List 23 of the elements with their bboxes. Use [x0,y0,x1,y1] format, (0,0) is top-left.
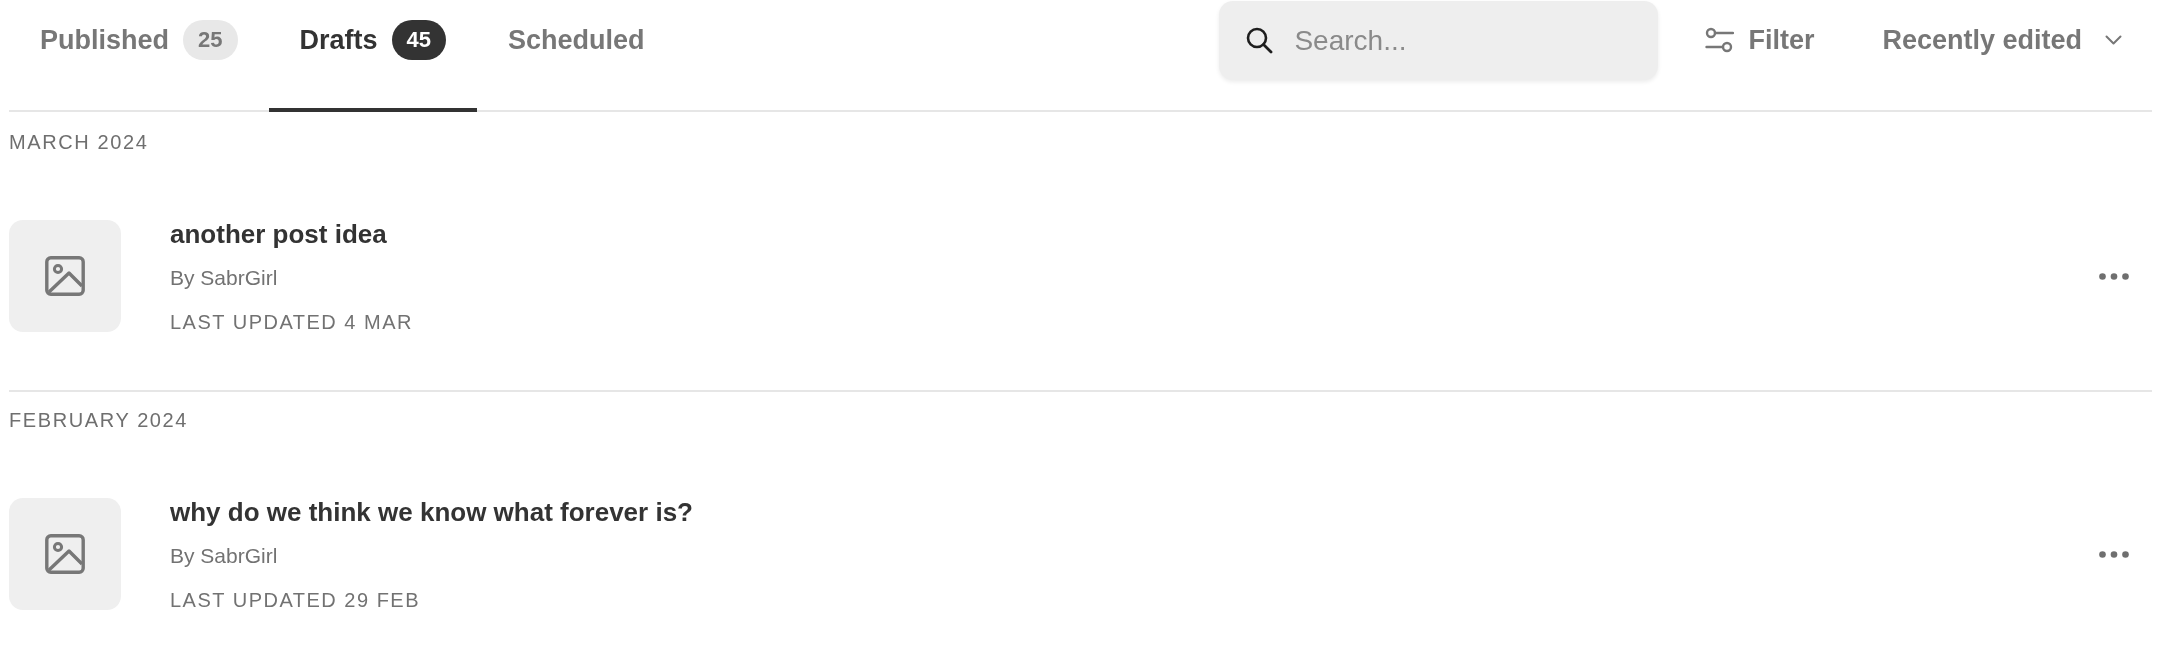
image-icon [45,534,85,574]
more-dots-icon [2099,272,2129,280]
search-icon [1245,26,1274,54]
count-badge: 45 [391,20,446,60]
section-heading: FEBRUARY 2024 [9,408,189,432]
chevron-down-icon [2105,35,2122,45]
last-updated-text: LAST UPDATED 4 MAR [170,310,413,334]
tab[interactable]: Drafts 45 [268,0,477,112]
post-author: By SabrGirl [170,266,278,290]
last-updated-text: LAST UPDATED 29 FEB [170,588,421,612]
tab[interactable]: Published 25 [9,0,269,112]
section-heading: MARCH 2024 [9,130,149,154]
post-author: By SabrGirl [170,544,278,568]
image-icon [45,256,85,296]
post-title[interactable]: why do we think we know what forever is? [170,496,693,528]
sort-dropdown[interactable]: Recently edited [1882,0,2122,80]
tab[interactable]: Scheduled [477,0,676,112]
sliders-icon [1705,27,1735,53]
post-title[interactable]: another post idea [170,218,387,250]
more-dots-icon [2099,550,2129,558]
filter-button[interactable]: Filter [1705,0,1815,80]
search-field[interactable]: Search... [1219,1,1659,80]
count-badge: 25 [183,20,238,60]
